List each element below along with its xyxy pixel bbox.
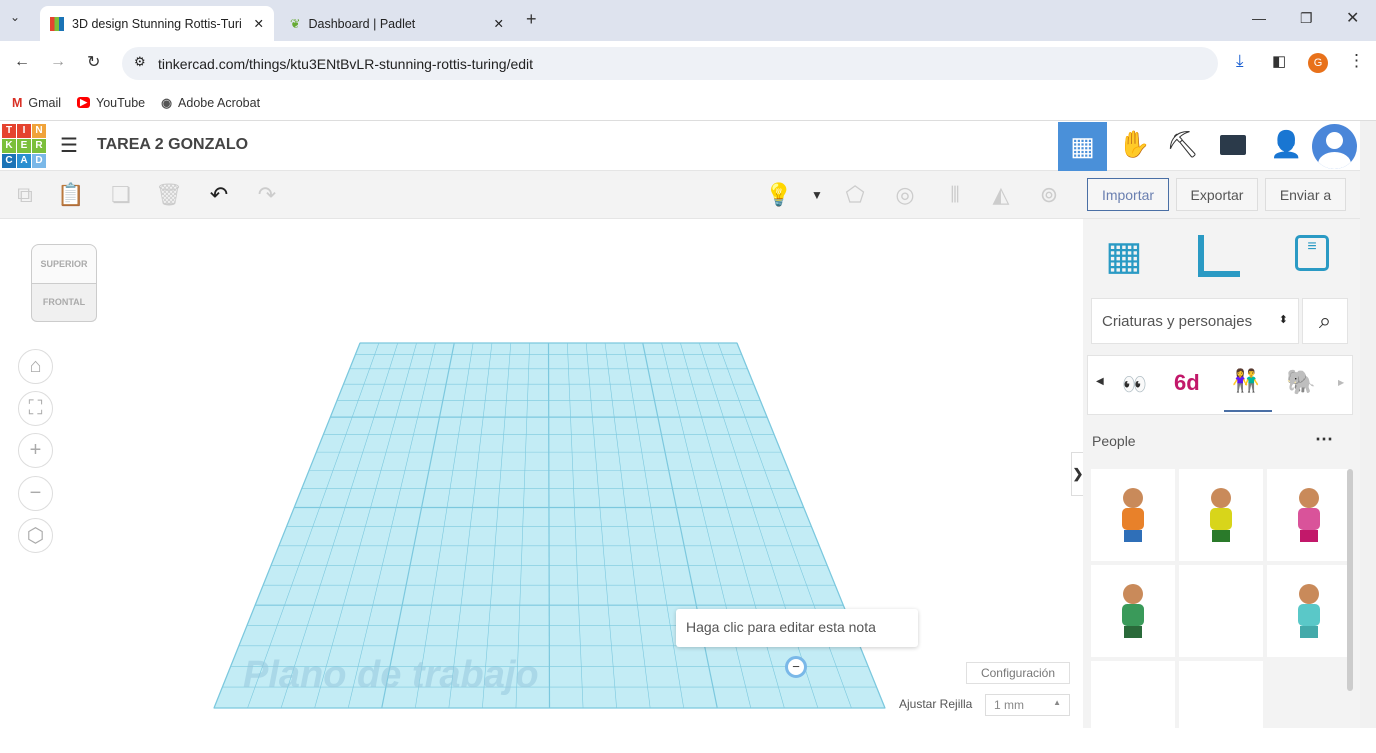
minimize-icon[interactable]: — bbox=[1252, 10, 1266, 26]
shape-card[interactable] bbox=[1091, 565, 1175, 657]
snap-grid-select[interactable]: 1 mm ▲ bbox=[985, 694, 1070, 716]
circuits-icon[interactable]: ✋ bbox=[1118, 129, 1150, 160]
category-select[interactable]: Criaturas y personajes ⬍ bbox=[1091, 298, 1299, 344]
person-figure-icon bbox=[1122, 488, 1144, 542]
shape-card[interactable] bbox=[1267, 565, 1351, 657]
workplane[interactable] bbox=[0, 0, 1080, 728]
import-button[interactable]: Importar bbox=[1087, 178, 1169, 211]
person-figure-icon bbox=[1122, 584, 1144, 638]
carousel-left-icon[interactable]: ◀ bbox=[1096, 376, 1104, 387]
shapes-panel: ▦ ≡ Criaturas y personajes ⬍ ⌕ ◀ 👀 6d 👫 🐘… bbox=[1083, 219, 1360, 753]
elephant-category-icon[interactable]: 🐘 bbox=[1286, 368, 1316, 397]
close-window-icon[interactable]: ✕ bbox=[1346, 8, 1359, 28]
shape-card[interactable] bbox=[1091, 661, 1175, 753]
category-carousel: ◀ 👀 6d 👫 🐘 ▶ bbox=[1087, 355, 1353, 415]
glasses-category-icon[interactable]: 6d bbox=[1174, 370, 1200, 396]
workplane-label: Plano de trabajo bbox=[243, 654, 539, 696]
menu-icon[interactable]: ⋮ bbox=[1348, 51, 1365, 71]
notes-icon[interactable]: ≡ bbox=[1295, 235, 1329, 271]
restore-icon[interactable]: ❐ bbox=[1300, 10, 1313, 27]
add-user-icon[interactable]: 👤 bbox=[1270, 129, 1302, 160]
person-figure-icon bbox=[1298, 488, 1320, 542]
snap-value: 1 mm bbox=[994, 698, 1024, 712]
codeblocks-pickaxe-icon[interactable]: ⛏ bbox=[1166, 129, 1199, 160]
shape-card[interactable] bbox=[1267, 469, 1351, 561]
user-avatar[interactable] bbox=[1312, 124, 1357, 169]
category-value: Criaturas y personajes bbox=[1102, 313, 1253, 330]
workplane-icon[interactable]: ▦ bbox=[1105, 233, 1143, 279]
download-icon[interactable]: ⤓ bbox=[1236, 51, 1244, 71]
send-to-button[interactable]: Enviar a bbox=[1265, 178, 1346, 211]
more-options-icon[interactable]: ⋯ bbox=[1315, 429, 1333, 450]
snap-grid-label: Ajustar Rejilla bbox=[899, 697, 973, 711]
person-figure-icon bbox=[1210, 488, 1232, 542]
search-icon[interactable]: ⌕ bbox=[1302, 298, 1348, 344]
carousel-right-icon[interactable]: ▶ bbox=[1338, 378, 1344, 387]
person-figure-icon bbox=[1298, 584, 1320, 638]
shape-card[interactable] bbox=[1179, 469, 1263, 561]
sidepanel-icon[interactable]: ◧ bbox=[1272, 52, 1286, 70]
active-category-indicator bbox=[1224, 410, 1272, 412]
shape-card[interactable] bbox=[1179, 565, 1263, 657]
eyes-category-icon[interactable]: 👀 bbox=[1122, 372, 1147, 397]
export-button[interactable]: Exportar bbox=[1176, 178, 1258, 211]
section-title: People bbox=[1092, 433, 1136, 449]
ruler-icon[interactable] bbox=[1198, 235, 1240, 277]
shape-card[interactable] bbox=[1179, 661, 1263, 753]
panel-scrollbar[interactable] bbox=[1347, 469, 1353, 691]
shape-card[interactable] bbox=[1091, 469, 1175, 561]
people-category-icon[interactable]: 👫 bbox=[1232, 368, 1259, 394]
shapes-grid bbox=[1091, 469, 1351, 753]
profile-avatar[interactable]: G bbox=[1308, 53, 1328, 73]
note-tooltip[interactable]: Haga clic para editar esta nota bbox=[676, 609, 918, 647]
page-scrollbar[interactable] bbox=[1360, 121, 1376, 728]
bricks-icon[interactable] bbox=[1220, 135, 1246, 155]
settings-button[interactable]: Configuración bbox=[966, 662, 1070, 684]
note-pin-icon[interactable]: − bbox=[785, 656, 807, 678]
